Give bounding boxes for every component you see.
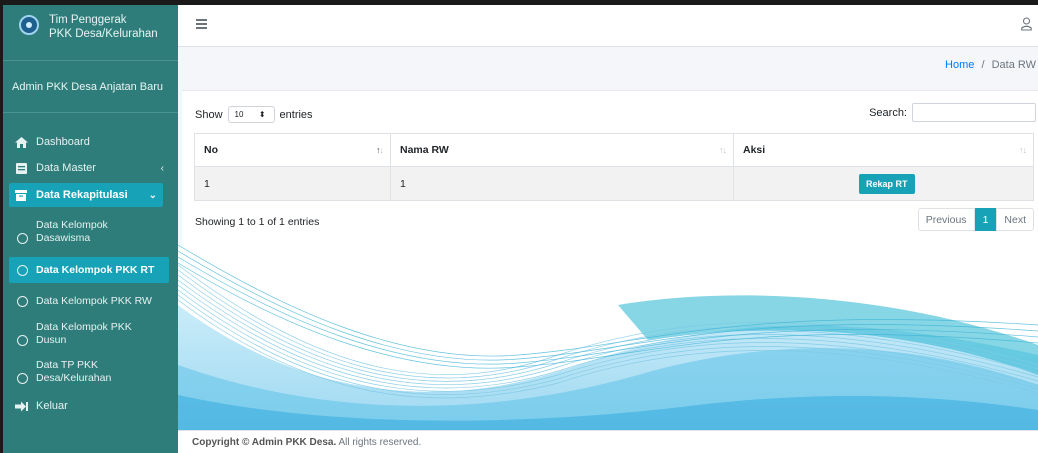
cell-no: 1 [194,166,391,201]
sidebar-subitem-label: Dusun [36,334,67,346]
column-header-nama-rw[interactable]: Nama RW ↑↓ [390,133,734,167]
column-header-aksi[interactable]: Aksi ↑↓ [733,133,1034,167]
breadcrumb-home-link[interactable]: Home [945,59,974,71]
user-name: Admin PKK Desa Anjatan Baru [12,80,164,93]
sidebar-item-label: Data Master [36,162,96,174]
previous-button[interactable]: Previous [917,208,975,231]
circle-icon [17,373,28,384]
brand[interactable]: Tim Penggerak PKK Desa/Kelurahan [3,5,178,61]
sidebar-subitem-pkk-dusun[interactable]: Data Kelompok PKK Dusun [3,315,178,353]
archive-icon [14,189,28,201]
brand-line-1: Tim Penggerak [49,14,127,26]
sort-icon: ↑↓ [1019,145,1027,155]
pagination: Previous 1 Next [917,208,1034,231]
table-info: Showing 1 to 1 of 1 entries [195,216,320,228]
user-icon[interactable] [1021,17,1032,31]
database-icon [14,162,28,174]
sidebar-subitem-label: Data Kelompok PKK RT [36,263,155,276]
brand-text: Tim Penggerak PKK Desa/Kelurahan [49,13,158,41]
sidebar-item-label: Data Rekapitulasi [36,189,128,201]
show-label: Show [195,108,223,121]
page-1-button[interactable]: 1 [974,208,997,231]
breadcrumb-separator: / [981,59,985,71]
page-length-select[interactable]: 10 ⬍ [227,106,275,123]
sidebar-subitem-pkk-rw[interactable]: Data Kelompok PKK RW [3,287,178,315]
brand-logo-icon [19,15,39,35]
sidebar-item-label: Keluar [36,400,68,412]
sort-asc-icon: ↑↓ [376,145,384,155]
sign-out-icon [14,400,28,412]
column-header-no[interactable]: No ↑↓ [194,133,391,167]
search-input[interactable] [912,103,1036,122]
sidebar: Tim Penggerak PKK Desa/Kelurahan Admin P… [3,5,178,453]
cell-aksi: Rekap RT [733,166,1034,201]
circle-icon [17,295,28,307]
circle-icon [17,233,28,244]
sidebar-subitem-label: Data Kelompok PKK [36,321,132,333]
footer-rights: All rights reserved. [336,436,422,448]
table-row: 1 1 Rekap RT [194,166,1034,201]
next-button[interactable]: Next [996,208,1034,231]
sidebar-item-data-rekapitulasi[interactable]: Data Rekapitulasi ⌄ [9,183,163,207]
sidebar-subitem-label: Data Kelompok [36,219,108,231]
select-arrows-icon: ⬍ [258,110,266,119]
chevron-left-icon: ‹ [160,162,164,174]
menu-icon[interactable] [196,19,207,29]
sidebar-item-data-master[interactable]: Data Master ‹ [3,155,170,181]
footer: Copyright © Admin PKK Desa. All rights r… [178,430,1038,453]
sidebar-subitem-label: Data TP PKK [36,359,99,371]
topbar [178,5,1038,47]
chevron-down-icon: ⌄ [148,189,157,201]
breadcrumb: Home / Data RW [945,59,1036,71]
search-control: Search: [869,103,1036,122]
column-header-label: Nama RW [400,144,449,156]
rekap-rt-button[interactable]: Rekap RT [859,173,915,194]
sidebar-subitem-label: Dasawisma [36,232,91,244]
data-table: No ↑↓ Nama RW ↑↓ Aksi ↑↓ 1 1 Rekap RT [194,133,1034,201]
data-table-card: Show 10 ⬍ entries Search: No ↑↓ Nama RW … [182,90,1038,245]
search-label: Search: [869,106,907,119]
page-length-control: Show 10 ⬍ entries [195,106,313,123]
footer-copyright: Copyright © Admin PKK Desa. [192,436,337,448]
sidebar-subitem-tp-pkk[interactable]: Data TP PKK Desa/Kelurahan [3,353,178,391]
sidebar-subitem-pkk-rt[interactable]: Data Kelompok PKK RT [9,257,169,283]
breadcrumb-current: Data RW [991,59,1036,71]
circle-icon [17,335,28,346]
sidebar-subitem-label: Data Kelompok PKK RW [36,294,152,307]
cell-nama-rw: 1 [390,166,734,201]
sidebar-nav: Dashboard Data Master ‹ Data Rekapitulas… [3,113,178,419]
sidebar-subitem-label: Desa/Kelurahan [36,372,112,384]
brand-line-2: PKK Desa/Kelurahan [49,28,158,40]
decorative-wave-image [178,245,1038,430]
sidebar-item-keluar[interactable]: Keluar [3,393,170,419]
circle-icon [17,264,28,276]
column-header-label: Aksi [743,144,766,156]
home-icon [14,136,28,148]
sidebar-item-label: Dashboard [36,136,90,148]
sidebar-subitem-dasawisma[interactable]: Data Kelompok Dasawisma [3,213,178,251]
sort-icon: ↑↓ [719,145,727,155]
page-length-value: 10 [234,110,244,119]
entries-label: entries [279,108,313,121]
sidebar-item-dashboard[interactable]: Dashboard [3,129,170,155]
column-header-label: No [204,144,218,156]
user-panel[interactable]: Admin PKK Desa Anjatan Baru [3,61,178,113]
